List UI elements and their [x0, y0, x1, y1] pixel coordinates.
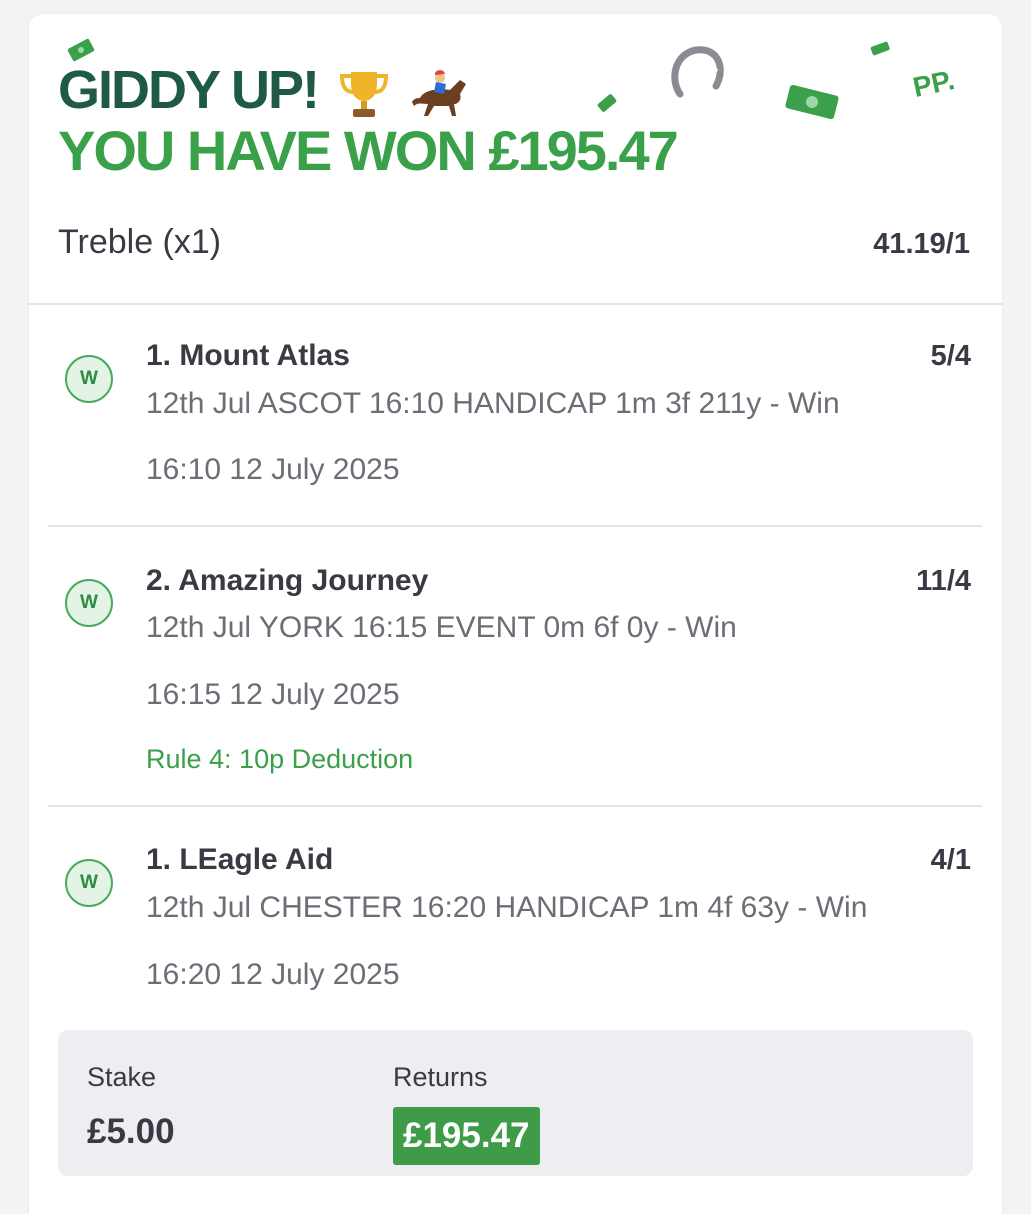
- bet-receipt-card: PP. GIDDY UP! YOU HAVE WON £195.47 Trebl…: [29, 14, 1002, 1214]
- win-status-badge: W: [65, 579, 113, 627]
- decoration-text: PP.: [910, 64, 958, 103]
- banknote-icon: [597, 94, 617, 112]
- win-status-badge: W: [65, 859, 113, 907]
- selection-event: 12th Jul CHESTER 16:20 HANDICAP 1m 4f 63…: [146, 891, 868, 924]
- selection-item: W 2. Amazing Journey 11/4 12th Jul YORK …: [48, 527, 982, 807]
- selection-time: 16:10 12 July 2025: [146, 453, 400, 486]
- banknote-icon: [870, 41, 890, 56]
- selection-event: 12th Jul ASCOT 16:10 HANDICAP 1m 3f 211y…: [146, 387, 840, 420]
- selection-odds: 11/4: [916, 565, 971, 597]
- selection-time: 16:15 12 July 2025: [146, 678, 400, 711]
- headline: GIDDY UP!: [58, 60, 472, 120]
- stake-label: Stake: [87, 1062, 157, 1092]
- selection-name: 2. Amazing Journey: [146, 564, 429, 597]
- selection-odds: 5/4: [930, 340, 971, 372]
- selection-item: W 1. LEagle Aid 4/1 12th Jul CHESTER 16:…: [48, 807, 982, 1017]
- headline-text: GIDDY UP!: [58, 60, 320, 120]
- horseshoe-icon: [671, 46, 724, 98]
- returns-label: Returns: [393, 1062, 488, 1092]
- selection-item: W 1. Mount Atlas 5/4 12th Jul ASCOT 16:1…: [48, 305, 982, 527]
- won-amount-headline: YOU HAVE WON £195.47: [58, 119, 679, 182]
- bet-type: Treble (x1): [58, 223, 222, 261]
- win-status-badge: W: [65, 355, 113, 403]
- stake-returns-summary: Stake £5.00 Returns £195.47: [58, 1030, 973, 1176]
- returns-value-badge: £195.47: [393, 1107, 540, 1165]
- selection-name: 1. Mount Atlas: [146, 339, 350, 372]
- selection-name: 1. LEagle Aid: [146, 843, 334, 876]
- banknote-icon: [785, 84, 839, 120]
- selection-time: 16:20 12 July 2025: [146, 958, 400, 991]
- receipt-header: PP. GIDDY UP! YOU HAVE WON £195.47 Trebl…: [29, 14, 1002, 305]
- trophy-icon: [340, 71, 389, 117]
- selection-event: 12th Jul YORK 16:15 EVENT 0m 6f 0y - Win: [146, 611, 737, 644]
- rule4-deduction-note: Rule 4: 10p Deduction: [146, 744, 414, 774]
- selection-odds: 4/1: [930, 844, 971, 876]
- total-odds: 41.19/1: [873, 228, 970, 260]
- stake-value: £5.00: [87, 1112, 175, 1151]
- horse-racing-icon: [412, 69, 467, 116]
